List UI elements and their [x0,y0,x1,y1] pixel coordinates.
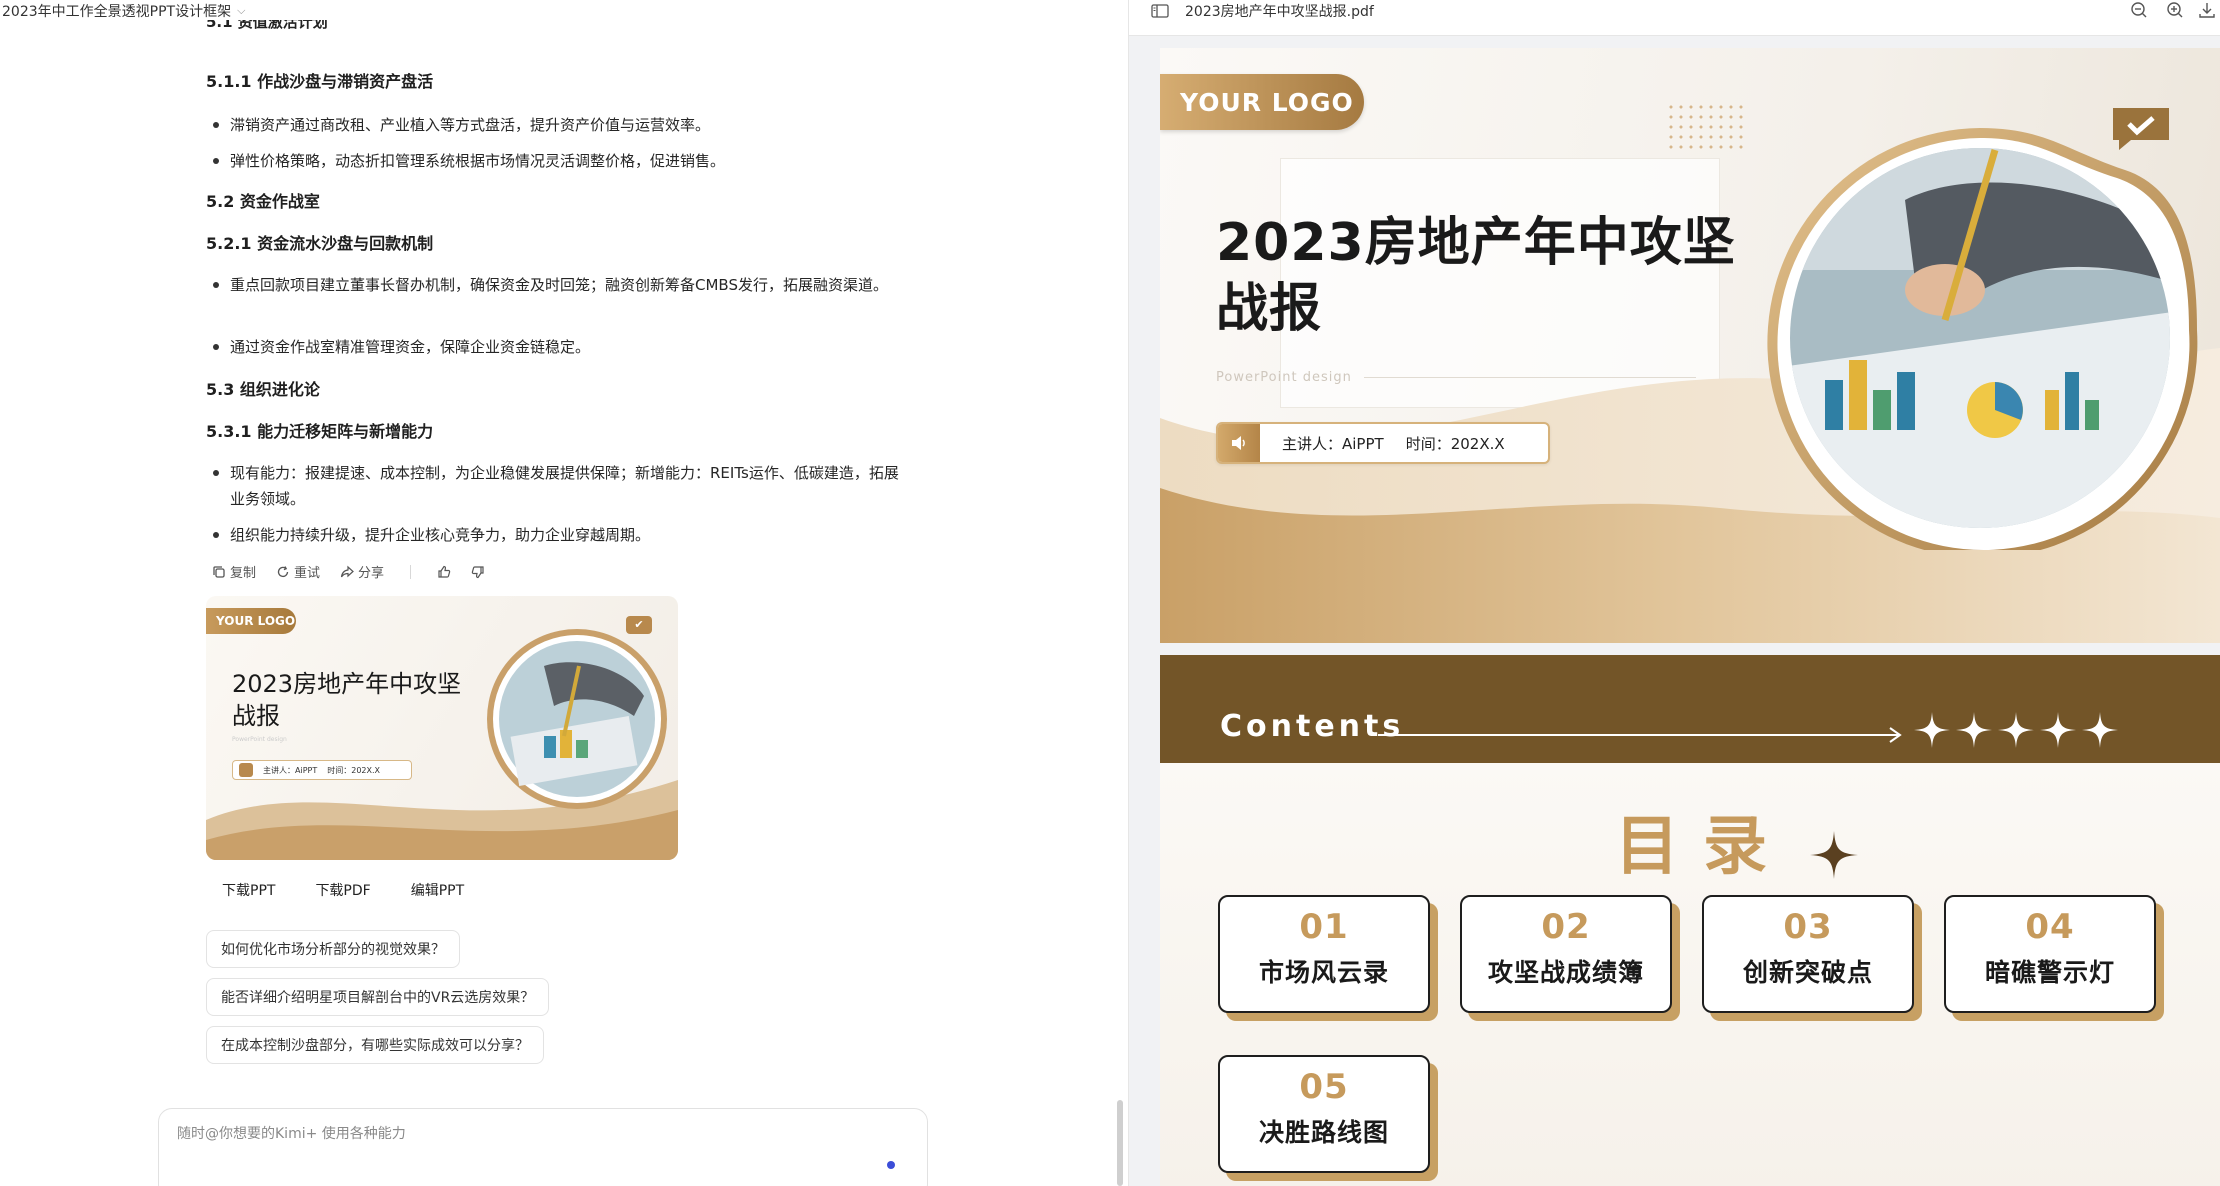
bullet-item: 组织能力持续升级，提升企业核心竞争力，助力企业穿越周期。 [212,522,912,548]
item-number: 05 [1299,1067,1349,1107]
item-number: 02 [1541,907,1591,947]
presenter-text: 主讲人：AiPPT [1282,434,1384,453]
cover-photo [1767,128,2198,550]
thumb-time: 时间：202X.X [327,765,381,775]
contents-heading: Contents [1220,709,1405,744]
retry-label: 重试 [294,566,321,581]
suggestion-chip[interactable]: 如何优化市场分析部分的视觉效果？ [206,930,460,968]
check-icon: ✔ [626,616,652,634]
copy-label: 复制 [230,566,257,581]
divider [410,564,412,579]
presenter-pill: 主讲人：AiPPT 时间：202X.X [1216,422,1550,464]
heading-5-3: 5.3 组织进化论 [206,380,320,399]
share-label: 分享 [358,566,385,581]
sparkle-icon [2082,712,2118,748]
copy-button[interactable]: 复制 [212,562,256,581]
heading-5-1-1: 5.1.1 作战沙盘与滞销资产盘活 [206,72,434,91]
pdf-page-contents: Contents 目录 01 市场风云录 02 攻坚战成绩簿 03 创新突破点 … [1160,655,2220,1186]
cover-title: 2023房地产年中攻坚战报 [1216,213,1736,339]
sparkle-icon [1914,712,1950,748]
item-number: 03 [1783,907,1833,947]
pdf-filename: 2023房地产年中攻坚战报.pdf [1185,4,1374,20]
cover-subtitle: PowerPoint design [1216,370,1352,385]
chevron-down-icon[interactable]: ⌵ [237,4,245,18]
document-title-text: 2023年中工作全景透视PPT设计框架 [2,4,232,20]
item-label: 攻坚战成绩簿 [1487,958,1644,987]
thumb-subtitle: PowerPoint design [232,736,287,743]
scrollbar-thumb[interactable] [1117,1100,1123,1186]
thumbs-down-button[interactable] [471,565,485,579]
logo: YOUR LOGO [1160,74,1364,130]
speaker-icon [239,763,253,777]
download-pdf-button[interactable]: 下载PDF [315,880,370,900]
bullet-item: 滞销资产通过商改租、产业植入等方式盘活，提升资产价值与运营效率。 [212,112,912,138]
thumbs-down-icon [471,565,484,578]
sparkle-icon [1998,712,2034,748]
item-label: 市场风云录 [1258,958,1389,987]
thumbs-up-icon [438,565,451,578]
item-number: 04 [2025,907,2075,947]
slide-preview-thumbnail[interactable]: YOUR LOGO 2023房地产年中攻坚战报 PowerPoint desig… [206,596,678,860]
share-icon [340,565,354,577]
thumb-presenter: 主讲人：AiPPT [263,765,318,775]
bullet-item: 弹性价格策略，动态折扣管理系统根据市场情况灵活调整价格，促进销售。 [212,148,912,174]
contents-item-3: 03 创新突破点 [1702,895,1922,1021]
send-indicator-icon[interactable] [887,1161,895,1169]
sparkle-icon [1810,831,1858,879]
heading-5-3-1: 5.3.1 能力迁移矩阵与新增能力 [206,422,434,441]
retry-button[interactable]: 重试 [276,562,320,581]
bullet-item: 重点回款项目建立董事长督办机制，确保资金及时回笼；融资创新筹备CMBS发行，拓展… [212,272,912,298]
message-actions: 复制 重试 分享 [212,562,485,581]
item-label: 暗礁警示灯 [1984,958,2115,987]
thumb-presenter-pill: 主讲人：AiPPT 时间：202X.X [232,760,412,780]
time-text: 时间：202X.X [1405,434,1505,453]
item-label: 创新突破点 [1742,958,1873,987]
pdf-toolbar: 2023房地产年中攻坚战报.pdf [1129,0,2220,36]
arrow-right-icon [1378,727,1902,743]
item-label: 决胜路线图 [1258,1118,1389,1147]
download-icon[interactable] [2197,0,2217,20]
document-title[interactable]: 2023年中工作全景透视PPT设计框架 ⌵ [0,0,245,22]
chat-input-placeholder: 随时@你想要的Kimi+ 使用各种能力 [177,1126,406,1142]
item-number: 01 [1299,907,1349,947]
thumb-logo: YOUR LOGO [206,608,296,634]
thumbs-up-button[interactable] [437,565,451,579]
suggestion-chip[interactable]: 在成本控制沙盘部分，有哪些实际成效可以分享？ [206,1026,544,1064]
thumb-title: 2023房地产年中攻坚战报 [232,670,462,730]
download-ppt-button[interactable]: 下载PPT [222,880,275,900]
heading-5-2: 5.2 资金作战室 [206,192,320,211]
decorative-dot-grid [1666,102,1746,150]
heading-5-2-1: 5.2.1 资金流水沙盘与回款机制 [206,234,434,253]
thumb-photo [487,629,667,809]
contents-item-1: 01 市场风云录 [1218,895,1438,1021]
chat-panel: 2023年中工作全景透视PPT设计框架 ⌵ 5.1 资值激活计划 5.1.1 作… [0,0,1128,1186]
edit-ppt-button[interactable]: 编辑PPT [411,880,464,900]
copy-icon [213,565,225,578]
scrollbar[interactable] [1112,0,1126,1186]
cover-subtitle-row: PowerPoint design [1216,370,1696,385]
contents-item-5: 05 决胜路线图 [1218,1055,1438,1181]
divider-line [1363,377,1696,378]
pdf-page-cover: YOUR LOGO 2023房地产年中攻坚战报 PowerPoint desig… [1160,48,2220,643]
sparkle-icon [1956,712,1992,748]
sidebar-toggle-icon[interactable] [1151,4,1169,18]
check-icon [2113,108,2169,150]
suggestion-chip[interactable]: 能否详细介绍明星项目解剖台中的VR云选房效果？ [206,978,550,1016]
section-heading-partial: 5.1 资值激活计划 [206,20,328,31]
share-button[interactable]: 分享 [340,562,384,581]
zoom-in-icon[interactable] [2165,0,2185,20]
zoom-out-icon[interactable] [2129,0,2149,20]
download-actions: 下载PPT 下载PDF 编辑PPT [222,880,464,900]
bullet-item: 通过资金作战室精准管理资金，保障企业资金链稳定。 [212,334,912,360]
decorative-stars [1914,712,2118,748]
sparkle-icon [2040,712,2076,748]
pdf-viewer: 2023房地产年中攻坚战报.pdf YOUR LOGO 2023房地产年中攻坚战… [1129,0,2220,1186]
refresh-icon [277,565,289,577]
contents-item-4: 04 暗礁警示灯 [1944,895,2164,1021]
bullet-item: 现有能力：报建提速、成本控制，为企业稳健发展提供保障；新增能力：REITs运作、… [212,460,912,512]
speaker-icon [1218,424,1260,462]
chat-input[interactable]: 随时@你想要的Kimi+ 使用各种能力 [158,1108,928,1186]
contents-title: 目录 [1615,810,1791,884]
contents-item-2: 02 攻坚战成绩簿 [1460,895,1680,1021]
